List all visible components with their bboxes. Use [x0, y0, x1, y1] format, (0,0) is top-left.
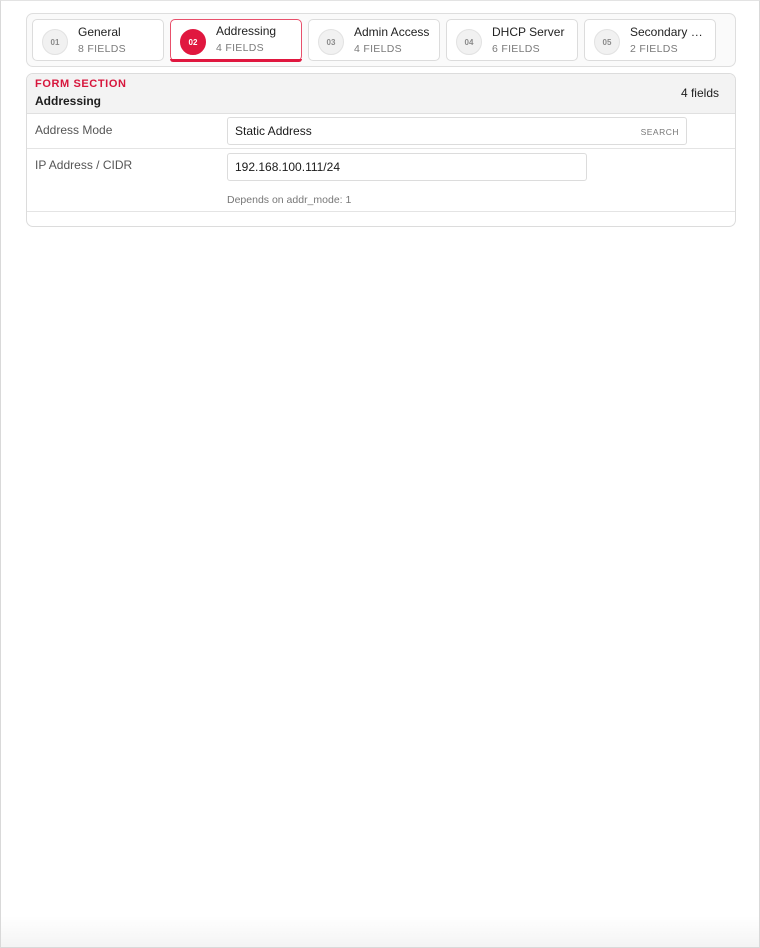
tab-number-badge: 05 — [594, 29, 620, 55]
form-section-field-count: 4 fields — [680, 86, 719, 100]
tab-secondary[interactable]: 05 Secondary … 2 FIELDS — [584, 19, 716, 61]
tab-title: General — [78, 25, 121, 39]
ip-cidr-dependency-hint: Depends on addr_mode: 1 — [227, 194, 352, 206]
tab-addressing[interactable]: 02 Addressing 4 FIELDS — [170, 19, 302, 62]
tab-number-badge: 04 — [456, 29, 482, 55]
field-row-ip-cidr: IP Address / CIDR Depends on addr_mode: … — [27, 149, 735, 212]
address-mode-select[interactable]: Static Address SEARCH — [227, 117, 687, 145]
tab-number-badge: 01 — [42, 29, 68, 55]
tab-field-count: 4 FIELDS — [216, 42, 264, 54]
tab-field-count: 6 FIELDS — [492, 43, 540, 55]
tab-title: Secondary … — [630, 25, 703, 39]
form-section-header: FORM SECTION Addressing 4 fields — [27, 74, 735, 114]
tab-number-badge: 03 — [318, 29, 344, 55]
address-mode-value: Static Address — [235, 124, 312, 138]
tab-field-count: 2 FIELDS — [630, 43, 678, 55]
form-section-kicker: FORM SECTION — [35, 78, 127, 90]
tab-field-count: 8 FIELDS — [78, 43, 126, 55]
form-section: FORM SECTION Addressing 4 fields Address… — [26, 73, 736, 227]
tab-number-badge: 02 — [180, 29, 206, 55]
ip-cidr-label: IP Address / CIDR — [35, 158, 133, 172]
tab-title: Admin Access — [354, 25, 430, 39]
ip-cidr-input[interactable] — [227, 153, 587, 181]
tab-general[interactable]: 01 General 8 FIELDS — [32, 19, 164, 61]
address-mode-label: Address Mode — [35, 123, 113, 137]
tab-field-count: 4 FIELDS — [354, 43, 402, 55]
search-tag: SEARCH — [640, 127, 679, 137]
app-window: 01 General 8 FIELDS 02 Addressing 4 FIEL… — [0, 0, 760, 948]
section-tabs: 01 General 8 FIELDS 02 Addressing 4 FIEL… — [26, 13, 736, 67]
form-section-title: Addressing — [35, 94, 102, 108]
tab-admin-access[interactable]: 03 Admin Access 4 FIELDS — [308, 19, 440, 61]
tab-dhcp-server[interactable]: 04 DHCP Server 6 FIELDS — [446, 19, 578, 61]
tab-title: Addressing — [216, 24, 277, 38]
tab-title: DHCP Server — [492, 25, 565, 39]
field-row-address-mode: Address Mode Static Address SEARCH — [27, 114, 735, 149]
